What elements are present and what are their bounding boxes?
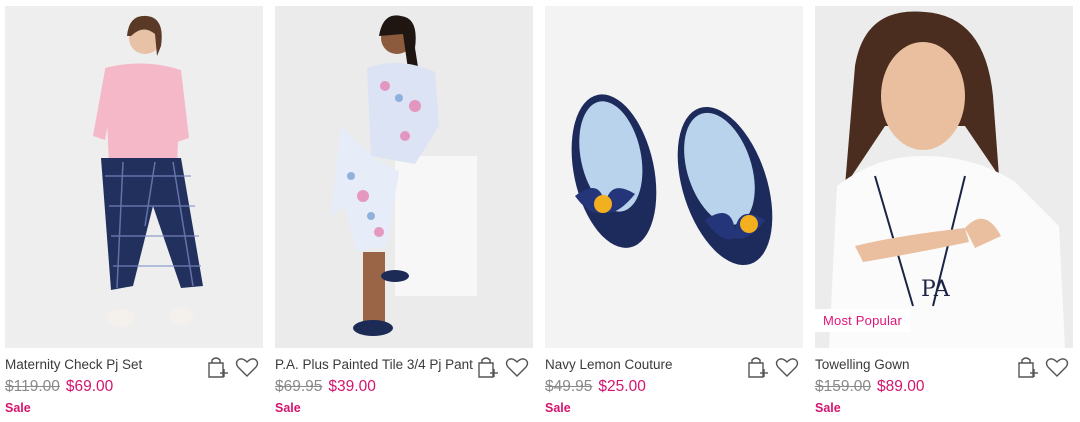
product-image[interactable] — [275, 6, 533, 348]
product-card: P.A. Plus Painted Tile 3/4 Pj Pant $69.9… — [275, 6, 533, 416]
product-card: Navy Lemon Couture $49.95 $25.00 Sale — [545, 6, 803, 416]
wishlist-button[interactable] — [1045, 355, 1069, 379]
product-prices: $69.95 $39.00 — [275, 378, 376, 396]
heart-icon — [505, 358, 529, 377]
add-to-bag-button[interactable] — [476, 355, 500, 379]
now-price: $39.00 — [328, 378, 376, 395]
most-popular-badge: Most Popular — [815, 309, 910, 332]
was-price: $119.00 — [5, 378, 60, 395]
now-price: $25.00 — [598, 378, 646, 395]
bag-plus-icon — [1018, 357, 1038, 378]
svg-text:PA: PA — [921, 277, 951, 302]
add-to-bag-button[interactable] — [206, 355, 230, 379]
wishlist-button[interactable] — [775, 355, 799, 379]
sale-tag: Sale — [545, 401, 571, 415]
bag-plus-icon — [478, 357, 498, 378]
product-name[interactable]: Maternity Check Pj Set — [5, 357, 142, 372]
product-name[interactable]: Towelling Gown — [815, 357, 910, 372]
product-actions — [1016, 355, 1069, 379]
product-image[interactable] — [545, 6, 803, 348]
sale-tag: Sale — [815, 401, 841, 415]
product-card: PA Most Popular Towelling Gown $159.00 $8… — [815, 6, 1073, 416]
now-price: $89.00 — [877, 378, 925, 395]
was-price: $69.95 — [275, 378, 323, 395]
product-actions — [206, 355, 259, 379]
product-prices: $49.95 $25.00 — [545, 378, 646, 396]
now-price: $69.00 — [65, 378, 114, 395]
product-actions — [746, 355, 799, 379]
product-name[interactable]: P.A. Plus Painted Tile 3/4 Pj Pant — [275, 357, 473, 372]
sale-tag: Sale — [275, 401, 301, 415]
was-price: $49.95 — [545, 378, 593, 395]
wishlist-button[interactable] — [505, 355, 529, 379]
heart-icon — [775, 358, 799, 377]
add-to-bag-button[interactable] — [1016, 355, 1040, 379]
sale-tag: Sale — [5, 401, 31, 415]
product-prices: $159.00 $89.00 — [815, 378, 924, 396]
product-actions — [476, 355, 529, 379]
product-card: Maternity Check Pj Set $119.00 $69.00 Sal… — [5, 6, 263, 416]
product-prices: $119.00 $69.00 — [5, 378, 113, 396]
heart-icon — [1045, 358, 1069, 377]
product-grid: Maternity Check Pj Set $119.00 $69.00 Sal… — [0, 0, 1080, 422]
wishlist-button[interactable] — [235, 355, 259, 379]
add-to-bag-button[interactable] — [746, 355, 770, 379]
product-name[interactable]: Navy Lemon Couture — [545, 357, 673, 372]
bag-plus-icon — [208, 357, 228, 378]
heart-icon — [235, 358, 259, 377]
was-price: $159.00 — [815, 378, 872, 395]
product-image[interactable] — [5, 6, 263, 348]
bag-plus-icon — [748, 357, 768, 378]
product-image[interactable]: PA Most Popular — [815, 6, 1073, 348]
